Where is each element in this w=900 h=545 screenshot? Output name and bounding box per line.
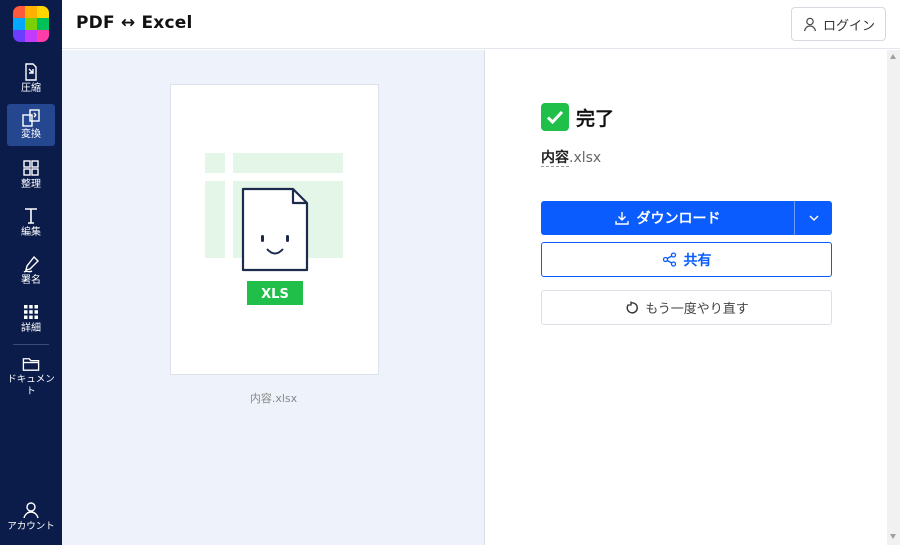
retry-label: もう一度やり直す — [645, 302, 749, 317]
edit-icon — [25, 208, 37, 224]
sidebar-item-documents[interactable]: ドキュメント — [7, 350, 55, 398]
folder-icon — [22, 358, 40, 371]
filename-ext: .xlsx — [569, 150, 602, 166]
sidebar-item-label: 変換 — [21, 129, 41, 140]
sidebar-item-label: 署名 — [21, 275, 41, 286]
sidebar-item-more[interactable]: 詳細 — [7, 298, 55, 340]
login-label: ログイン — [822, 18, 875, 34]
organize-icon — [23, 160, 39, 176]
login-button[interactable]: ログイン — [791, 7, 886, 41]
sidebar-item-label: 詳細 — [21, 323, 41, 334]
sidebar-item-convert[interactable]: 変換 — [7, 104, 55, 146]
top-header: PDF ↔ Excel ログイン — [62, 0, 900, 49]
xls-file-illustration: XLS — [205, 153, 343, 305]
scrollbar[interactable] — [887, 50, 900, 545]
page-title: PDF ↔ Excel — [76, 13, 193, 33]
account-label: アカウント — [7, 521, 55, 532]
sidebar-divider — [13, 344, 49, 345]
preview-panel: XLS 内容.xlsx — [62, 50, 485, 545]
output-filename[interactable]: 内容.xlsx — [541, 147, 601, 167]
status-text: 完了 — [576, 107, 615, 130]
user-icon — [803, 17, 817, 32]
sidebar-item-organize[interactable]: 整理 — [7, 154, 55, 196]
restart-icon — [626, 301, 639, 314]
scroll-down-arrow[interactable] — [890, 534, 896, 539]
sidebar: 圧縮 変換 整理 編集 署名 詳細 ドキュメント アカウント — [0, 0, 62, 545]
app-logo[interactable] — [13, 6, 49, 42]
sidebar-item-label: 圧縮 — [21, 83, 41, 94]
sidebar-item-label: ドキュメント — [7, 374, 55, 397]
result-panel: 完了 内容.xlsx ダウンロード 共有 もう一度やり直す — [486, 50, 887, 545]
retry-button[interactable]: もう一度やり直す — [541, 290, 832, 325]
share-label: 共有 — [683, 252, 712, 269]
check-icon — [541, 103, 569, 131]
share-button[interactable]: 共有 — [541, 242, 832, 277]
sidebar-item-sign[interactable]: 署名 — [7, 250, 55, 292]
convert-icon — [22, 109, 40, 127]
file-preview: XLS — [170, 84, 379, 375]
download-options-button[interactable] — [795, 201, 832, 235]
more-icon — [24, 305, 38, 319]
download-button[interactable]: ダウンロード — [541, 201, 794, 235]
sidebar-item-label: 整理 — [21, 179, 41, 190]
download-button-group: ダウンロード — [541, 201, 832, 235]
xls-badge-text: XLS — [261, 287, 289, 302]
sidebar-item-compress[interactable]: 圧縮 — [7, 58, 55, 100]
completion-status: 完了 — [541, 103, 614, 131]
sign-icon — [23, 255, 39, 273]
download-icon — [614, 212, 629, 225]
preview-filename: 内容.xlsx — [249, 392, 298, 405]
sidebar-item-edit[interactable]: 編集 — [7, 202, 55, 244]
scroll-up-arrow[interactable] — [890, 54, 896, 59]
sidebar-item-label: 編集 — [21, 227, 41, 238]
compress-icon — [25, 63, 37, 81]
sidebar-item-account[interactable]: アカウント — [7, 496, 55, 542]
download-label: ダウンロード — [636, 211, 721, 227]
chevron-down-icon — [808, 215, 819, 222]
account-icon — [23, 502, 39, 519]
filename-base[interactable]: 内容 — [541, 150, 569, 167]
share-icon — [662, 252, 676, 267]
